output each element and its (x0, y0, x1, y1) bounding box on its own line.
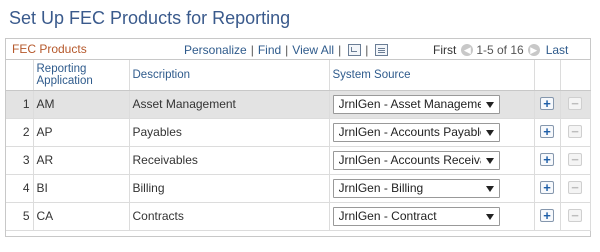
row-number: 2 (6, 118, 34, 147)
column-header-description[interactable]: Description (129, 60, 330, 91)
grid-toolbar: Personalize | Find | View All | | (184, 43, 389, 57)
reporting-application-cell: AP (33, 118, 130, 147)
add-cell: + (534, 174, 561, 203)
delete-row-button[interactable]: − (568, 153, 582, 166)
description-cell: Contracts (129, 202, 330, 231)
row-number: 3 (6, 146, 34, 175)
view-all-link[interactable]: View All (292, 43, 334, 57)
system-source-select[interactable]: JrnlGen - Billing (332, 178, 500, 198)
add-row-button[interactable]: + (540, 125, 554, 138)
delete-row-button[interactable]: − (568, 125, 582, 138)
system-source-cell: JrnlGen - Asset Management (329, 90, 535, 119)
reporting-application-cell: BI (33, 174, 130, 203)
add-cell: + (534, 202, 561, 231)
reporting-application-cell: AR (33, 146, 130, 175)
system-source-cell: JrnlGen - Accounts Payable (329, 118, 535, 147)
toolbar-separator: | (285, 43, 289, 57)
grid-pager: First ◀ 1-5 of 16 ▶ Last (433, 43, 568, 57)
table-row: 5 CA Contracts JrnlGen - Contract + − (6, 202, 591, 231)
dropdown-arrow-icon (485, 101, 494, 108)
description-cell: Asset Management (129, 90, 330, 119)
column-header-system-source[interactable]: System Source (329, 60, 535, 91)
system-source-select[interactable]: JrnlGen - Accounts Receivable (332, 150, 500, 170)
description-cell: Payables (129, 118, 330, 147)
grid-header: FEC Products Personalize | Find | View A… (6, 39, 590, 60)
delete-cell: − (560, 118, 591, 147)
delete-row-button[interactable]: − (568, 181, 582, 194)
page-title: Set Up FEC Products for Reporting (9, 8, 291, 28)
system-source-select[interactable]: JrnlGen - Contract (332, 206, 500, 226)
delete-cell: − (560, 174, 591, 203)
column-header-reporting-application[interactable]: Reporting Application (33, 60, 130, 91)
personalize-link[interactable]: Personalize (184, 43, 247, 57)
add-row-button[interactable]: + (540, 181, 554, 194)
toolbar-separator: | (338, 43, 342, 57)
table-row: 4 BI Billing JrnlGen - Billing + − (6, 174, 591, 203)
page-range: 1-5 of 16 (476, 43, 524, 57)
add-row-button[interactable]: + (540, 97, 554, 110)
table-header-row: Reporting Application Description System… (6, 60, 591, 91)
dropdown-arrow-icon (485, 185, 494, 192)
table-row: 3 AR Receivables JrnlGen - Accounts Rece… (6, 146, 591, 175)
last-link[interactable]: Last (546, 43, 569, 57)
toolbar-separator: | (250, 43, 254, 57)
add-row-button[interactable]: + (540, 153, 554, 166)
grid-download-icon[interactable] (375, 44, 389, 56)
system-source-select[interactable]: JrnlGen - Accounts Payable (332, 122, 500, 142)
fec-products-table: Reporting Application Description System… (6, 60, 591, 231)
toolbar-separator: | (365, 43, 369, 57)
first-link: First (433, 43, 457, 57)
system-source-value: JrnlGen - Accounts Payable (338, 124, 481, 139)
dropdown-arrow-icon (485, 213, 494, 220)
reporting-application-cell: CA (33, 202, 130, 231)
delete-cell: − (560, 146, 591, 175)
description-cell: Receivables (129, 146, 330, 175)
zoom-icon[interactable] (348, 44, 362, 56)
system-source-select[interactable]: JrnlGen - Asset Management (332, 94, 500, 114)
description-cell: Billing (129, 174, 330, 203)
add-cell: + (534, 146, 561, 175)
delete-row-button[interactable]: − (568, 209, 582, 222)
system-source-cell: JrnlGen - Accounts Receivable (329, 146, 535, 175)
row-number: 5 (6, 202, 34, 231)
delete-cell: − (560, 202, 591, 231)
grid-title: FEC Products (12, 42, 87, 56)
add-cell: + (534, 90, 561, 119)
fec-products-grid: FEC Products Personalize | Find | View A… (5, 38, 591, 237)
system-source-value: JrnlGen - Contract (338, 208, 437, 223)
dropdown-arrow-icon (485, 157, 494, 164)
chevron-right-icon[interactable]: ▶ (527, 44, 540, 56)
system-source-value: JrnlGen - Accounts Receivable (338, 152, 481, 167)
row-number: 1 (6, 90, 34, 119)
table-row: 1 AM Asset Management JrnlGen - Asset Ma… (6, 90, 591, 119)
system-source-cell: JrnlGen - Billing (329, 174, 535, 203)
system-source-value: JrnlGen - Billing (338, 180, 424, 195)
table-row: 2 AP Payables JrnlGen - Accounts Payable… (6, 118, 591, 147)
find-link[interactable]: Find (258, 43, 281, 57)
row-number-header (6, 60, 34, 91)
row-number: 4 (6, 174, 34, 203)
dropdown-arrow-icon (485, 129, 494, 136)
delete-cell: − (560, 90, 591, 119)
add-row-button[interactable]: + (540, 209, 554, 222)
chevron-left-icon: ◀ (461, 44, 474, 56)
delete-row-button[interactable]: − (568, 97, 582, 110)
reporting-application-cell: AM (33, 90, 130, 119)
delete-column-header (560, 60, 591, 91)
add-cell: + (534, 118, 561, 147)
add-column-header (534, 60, 561, 91)
system-source-cell: JrnlGen - Contract (329, 202, 535, 231)
system-source-value: JrnlGen - Asset Management (338, 96, 481, 111)
